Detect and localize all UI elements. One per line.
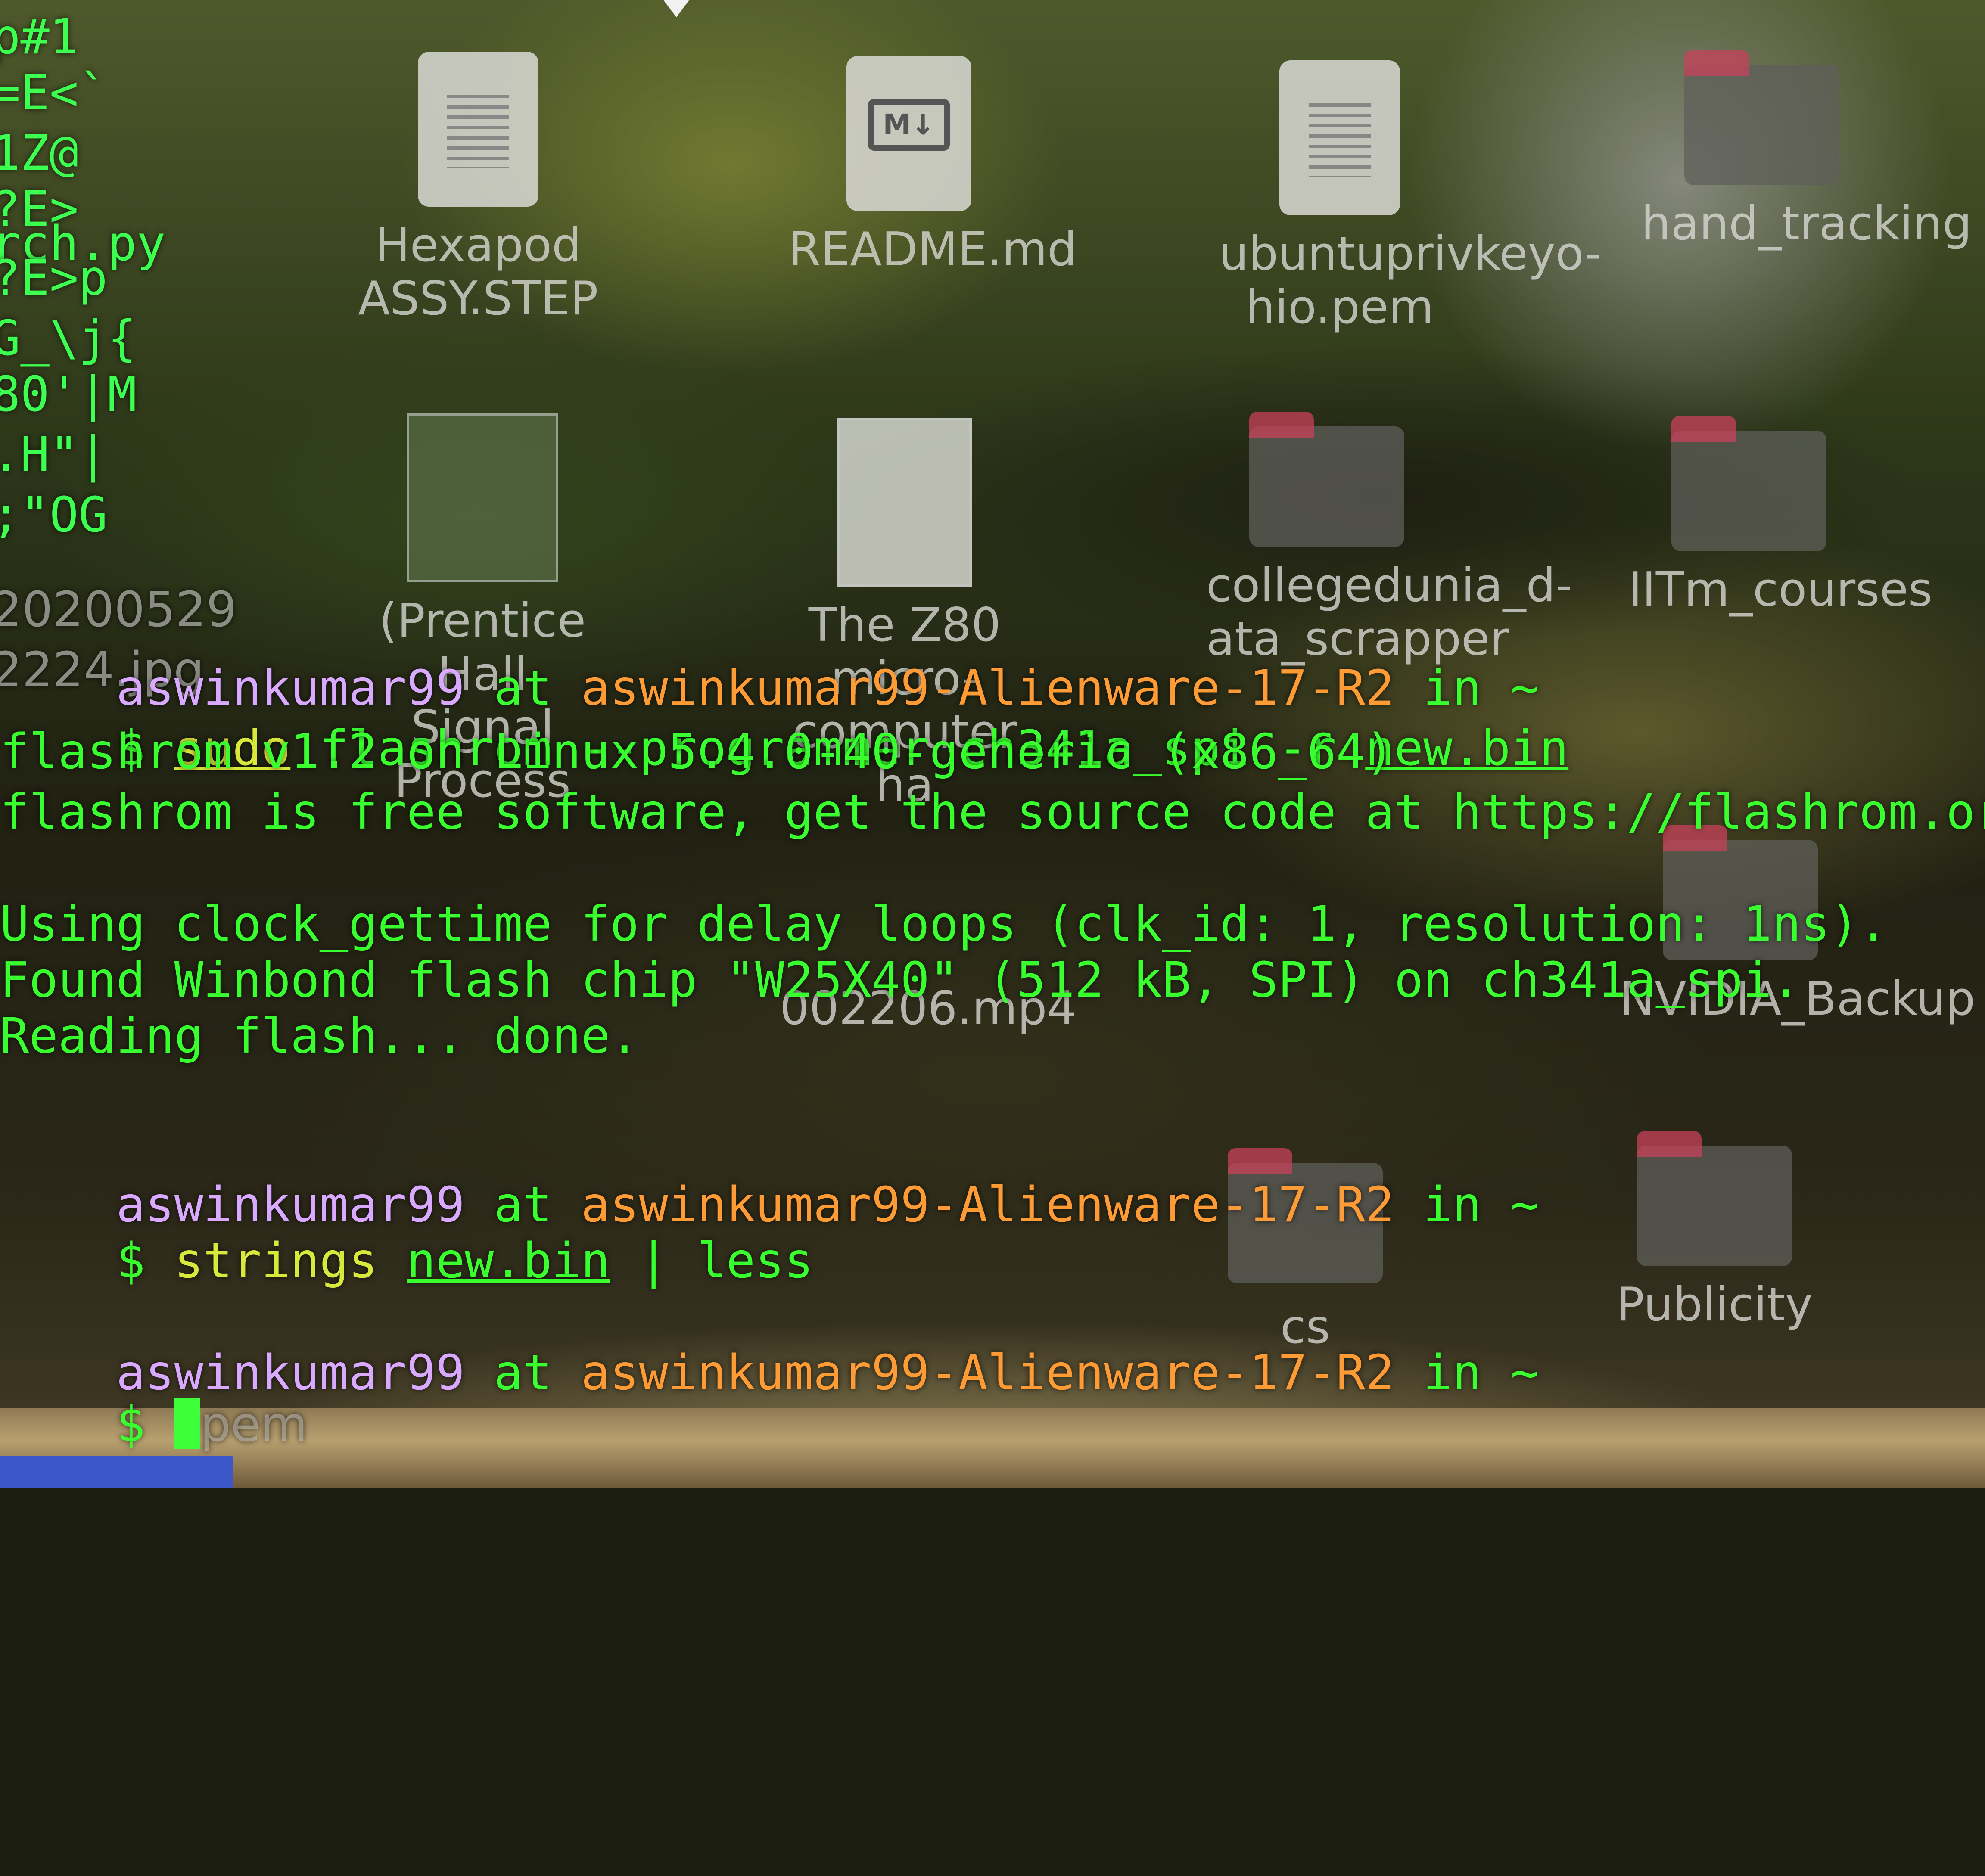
- output-line: flashrom is free software, get the sourc…: [0, 784, 1985, 840]
- prompt-host: aswinkumar99-Alienware-17-R2: [581, 1345, 1394, 1401]
- terminal-fragment: .H"|: [0, 427, 108, 483]
- prompt-symbol: $: [116, 1397, 174, 1453]
- command-strings: strings: [174, 1233, 378, 1289]
- terminal-fragment: ?E>p: [0, 250, 108, 306]
- command-text: | less: [610, 1233, 814, 1289]
- command-file: new.bin: [407, 1233, 610, 1289]
- terminal-fragment: =E<`: [0, 65, 108, 121]
- terminal-fragment: 1Z@: [0, 125, 79, 181]
- terminal-window[interactable]: p#1 =E<` 1Z@ ?E> rch.py ?E>p G_\j{ 80'|M…: [0, 0, 1985, 1453]
- input-line[interactable]: $ pem: [0, 1339, 308, 1510]
- output-line: Found Winbond flash chip "W25X40" (512 k…: [0, 952, 1801, 1008]
- output-line: Reading flash... done.: [0, 1008, 639, 1064]
- input-hint: pem: [200, 1397, 308, 1453]
- text-cursor: [174, 1398, 200, 1449]
- command-file: new.bin: [1365, 721, 1569, 776]
- output-line: flashrom v1.2 on Linux 5.4.0-40-generic …: [0, 724, 1394, 780]
- terminal-fragment: 80'|M: [0, 367, 137, 422]
- prompt-symbol: $: [116, 1233, 174, 1289]
- terminal-fragment: p#1: [0, 9, 79, 65]
- terminal-fragment: G_\j{: [0, 311, 137, 367]
- output-line: Using clock_gettime for delay loops (clk…: [0, 896, 1888, 952]
- terminal-fragment: ;"OG: [0, 487, 108, 543]
